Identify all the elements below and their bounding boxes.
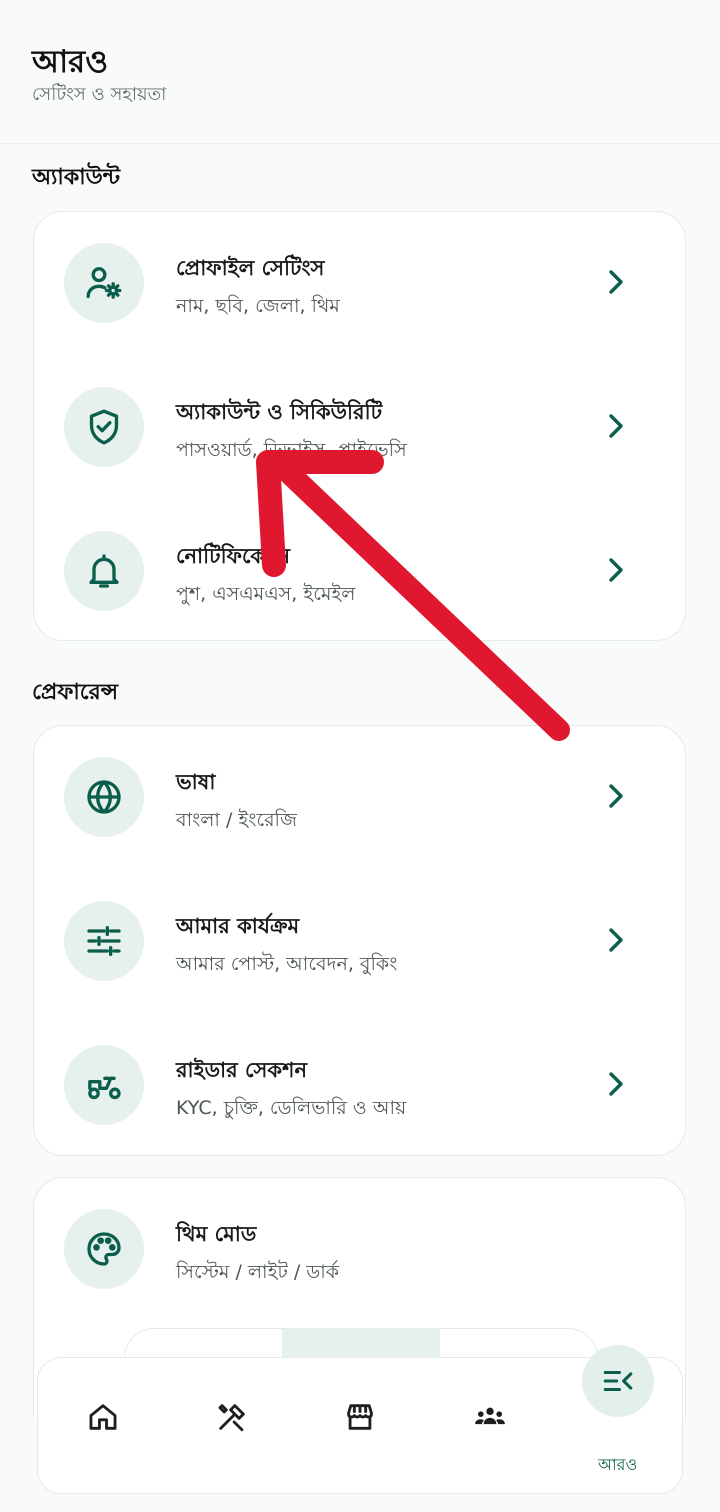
preferences-card: ভাষা বাংলা / ইংরেজি আমার কার্যক্রম আমার … — [33, 725, 686, 1156]
page-header: আরও সেটিংস ও সহায়তা — [0, 0, 720, 144]
page-subtitle: সেটিংস ও সহায়তা — [32, 84, 167, 105]
account-security-subtitle: পাসওয়ার্ড, ডিভাইস, প্রাইভেসি — [176, 439, 407, 461]
rider-section-subtitle: KYC, চুক্তি, ডেলিভারি ও আয় — [176, 1097, 407, 1119]
language-subtitle: বাংলা / ইংরেজি — [176, 809, 297, 831]
sliders-icon — [64, 901, 144, 981]
notification-item[interactable]: নোটিফিকেশন পুশ, এসএমএস, ইমেইল — [34, 500, 685, 644]
menu-icon — [603, 1370, 633, 1392]
user-settings-icon — [64, 243, 144, 323]
theme-mode-title: থিম মোড — [176, 1222, 257, 1246]
nav-tools-button[interactable] — [207, 1392, 257, 1442]
section-title-preferences: প্রেফারেন্স — [32, 680, 119, 705]
my-activity-title: আমার কার্যক্রম — [176, 914, 300, 938]
profile-settings-item[interactable]: প্রোফাইল সেটিংস নাম, ছবি, জেলা, থিম — [34, 212, 685, 356]
profile-settings-subtitle: নাম, ছবি, জেলা, থিম — [176, 295, 340, 317]
section-title-account: অ্যাকাউন্ট — [32, 165, 121, 190]
my-activity-item[interactable]: আমার কার্যক্রম আমার পোস্ট, আবেদন, বুকিং — [34, 870, 685, 1014]
nav-community-button[interactable] — [465, 1392, 515, 1442]
account-security-title: অ্যাকাউন্ট ও সিকিউরিটি — [176, 400, 383, 424]
tools-icon — [218, 1404, 245, 1432]
chevron-right-icon — [609, 1072, 623, 1096]
nav-more-button[interactable] — [582, 1345, 654, 1417]
account-card: প্রোফাইল সেটিংস নাম, ছবি, জেলা, থিম অ্যা… — [33, 211, 686, 641]
notification-subtitle: পুশ, এসএমএস, ইমেইল — [176, 583, 356, 605]
palette-icon — [64, 1209, 144, 1289]
community-icon — [475, 1407, 505, 1425]
chevron-right-icon — [609, 784, 623, 808]
theme-mode-subtitle: সিস্টেম / লাইট / ডার্ক — [176, 1261, 340, 1283]
shield-check-icon — [64, 387, 144, 467]
language-item[interactable]: ভাষা বাংলা / ইংরেজি — [34, 726, 685, 870]
store-icon — [347, 1404, 373, 1430]
my-activity-subtitle: আমার পোস্ট, আবেদন, বুকিং — [176, 953, 398, 975]
theme-mode-item: থিম মোড সিস্টেম / লাইট / ডার্ক — [34, 1178, 685, 1322]
nav-home-button[interactable] — [78, 1392, 128, 1442]
chevron-right-icon — [609, 928, 623, 952]
nav-more-label: আরও — [598, 1455, 638, 1474]
chevron-right-icon — [609, 558, 623, 582]
notification-title: নোটিফিকেশন — [176, 544, 291, 568]
language-title: ভাষা — [176, 770, 216, 794]
chevron-right-icon — [609, 414, 623, 438]
rider-section-item[interactable]: রাইডার সেকশন KYC, চুক্তি, ডেলিভারি ও আয় — [34, 1014, 685, 1158]
home-icon — [89, 1404, 117, 1430]
scooter-icon — [64, 1045, 144, 1125]
bell-icon — [64, 531, 144, 611]
profile-settings-title: প্রোফাইল সেটিংস — [176, 256, 325, 280]
nav-store-button[interactable] — [335, 1392, 385, 1442]
globe-icon — [64, 757, 144, 837]
rider-section-title: রাইডার সেকশন — [176, 1058, 308, 1082]
chevron-right-icon — [609, 270, 623, 294]
account-security-item[interactable]: অ্যাকাউন্ট ও সিকিউরিটি পাসওয়ার্ড, ডিভাই… — [34, 356, 685, 500]
